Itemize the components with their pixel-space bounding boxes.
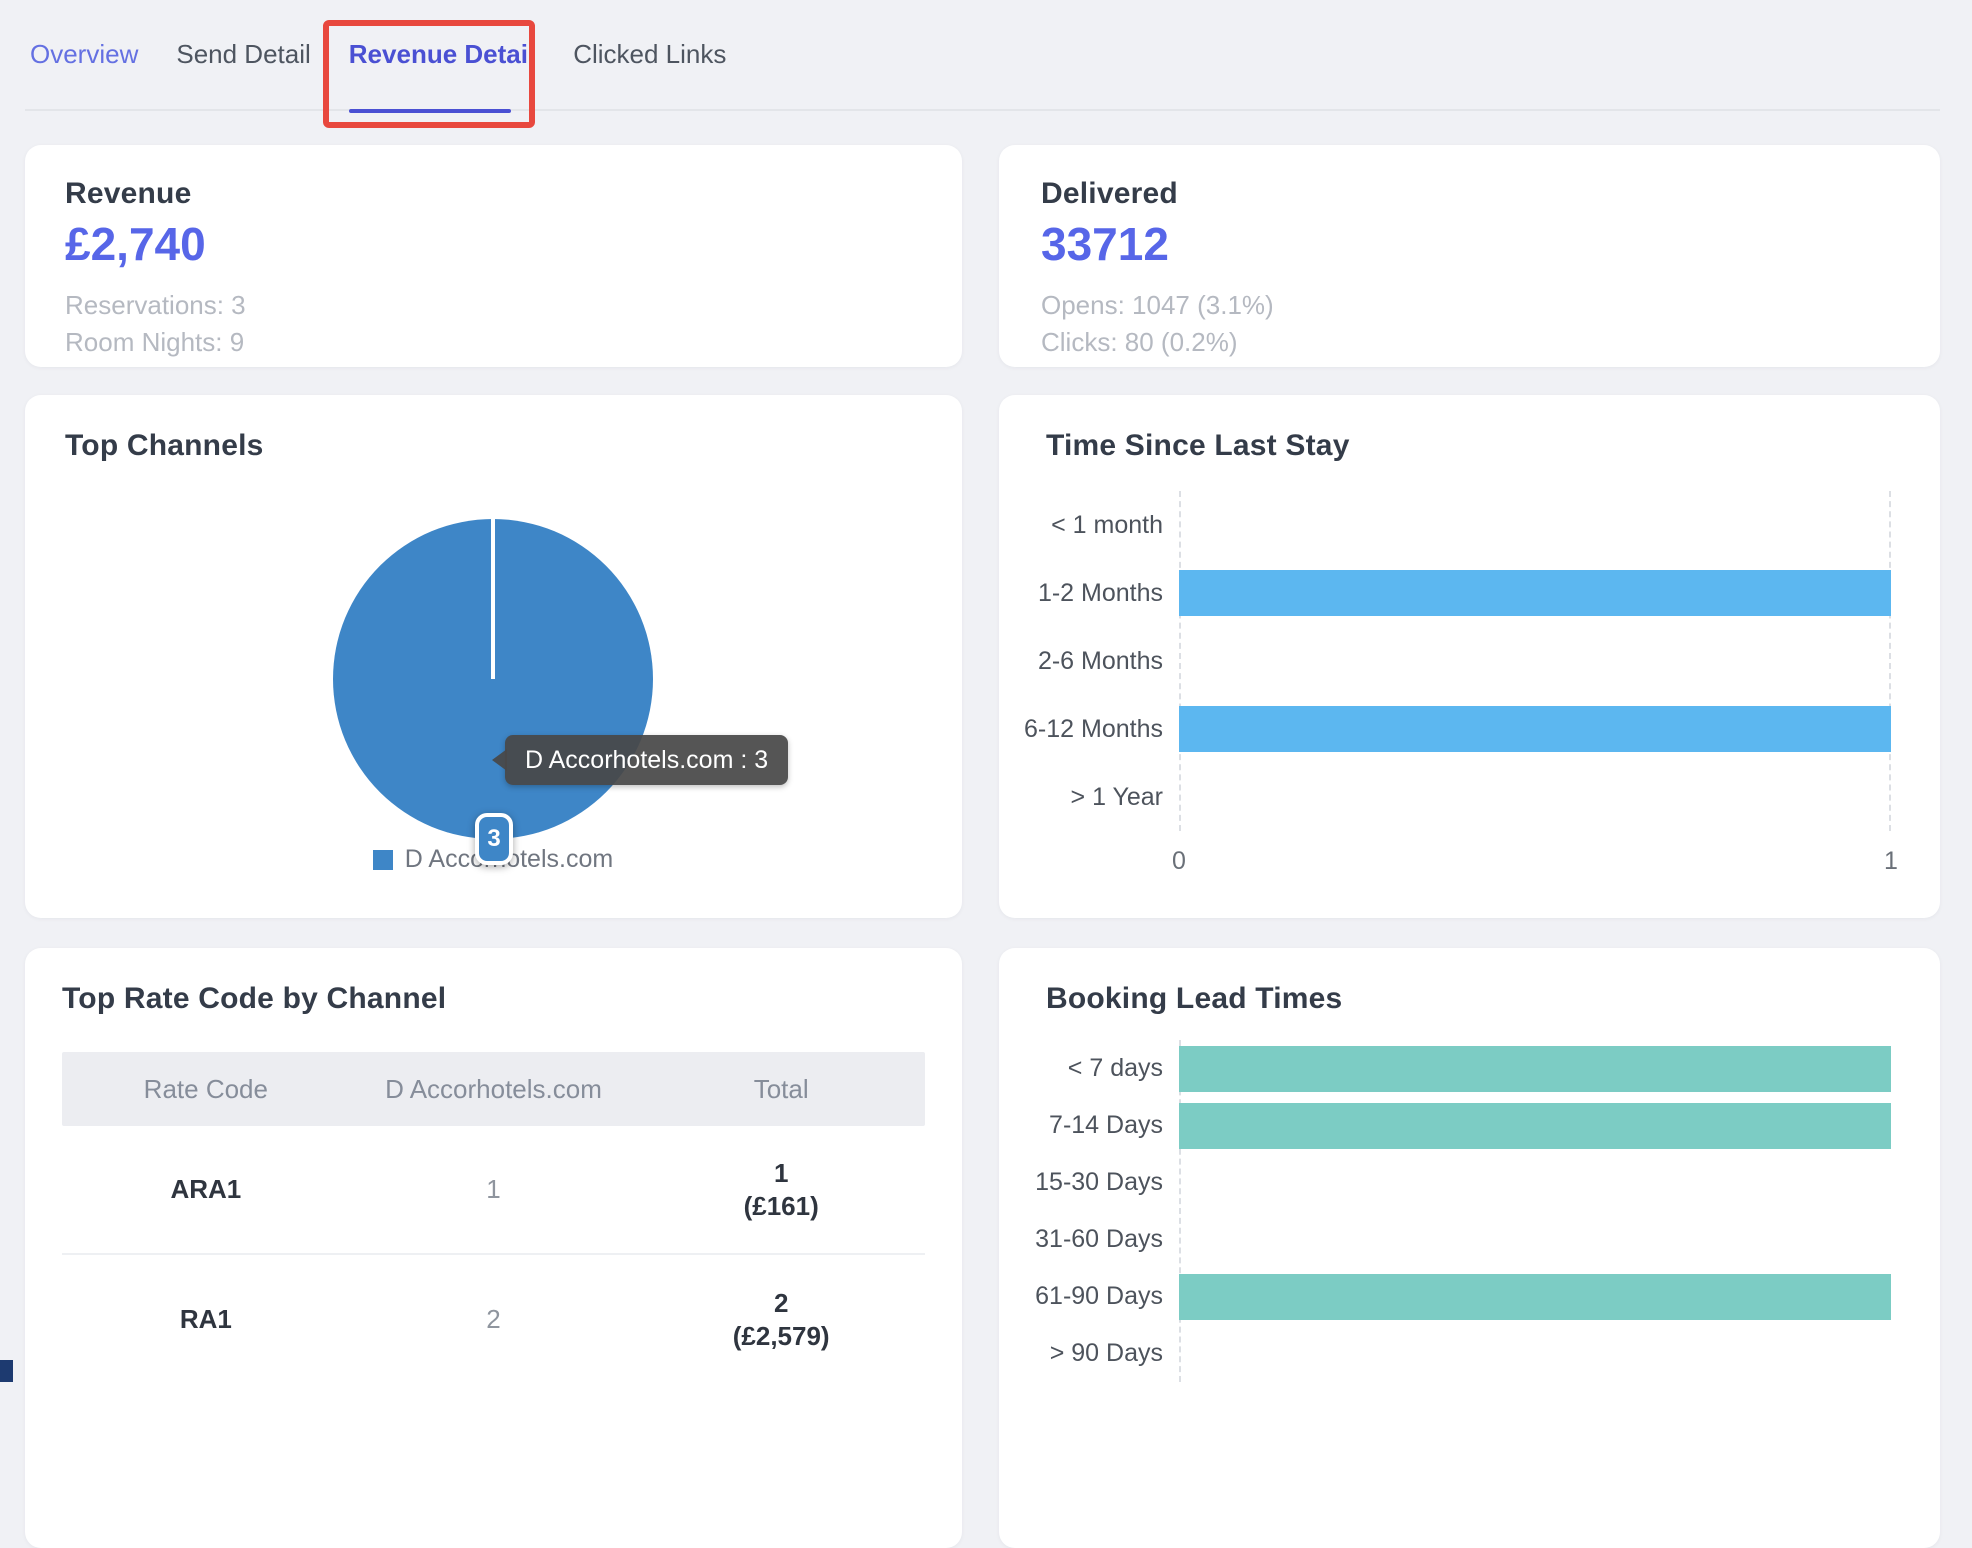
active-tab-underline [349,109,511,113]
bar-row-15-30-days: 15-30 Days [999,1154,1891,1211]
category-label-7-14-days: 7-14 Days [999,1097,1179,1154]
revenue-card: Revenue £2,740 Reservations: 3 Room Nigh… [25,145,962,367]
bar-track-15-30-days [1179,1154,1891,1211]
category-label-90-days: > 90 Days [999,1325,1179,1382]
top-rate-code-title: Top Rate Code by Channel [62,982,925,1016]
total-revenue: (£161) [637,1190,925,1223]
tooltip-arrow-icon [492,749,507,771]
column-header-d-accorhotels-com: D Accorhotels.com [350,1074,638,1105]
bar-row-1-year: > 1 Year [999,763,1891,831]
bar-7-days[interactable] [1179,1046,1891,1092]
column-header-total: Total [637,1074,925,1105]
bar-row-1-month: < 1 month [999,491,1891,559]
bar-track-1-year [1179,763,1891,831]
table-body: ARA111(£161)RA122(£2,579) [62,1126,925,1384]
bar-7-14-days[interactable] [1179,1103,1891,1149]
total-revenue: (£2,579) [637,1320,925,1353]
x-axis-ticks: 0 1 [999,847,1891,887]
total-cell: 2(£2,579) [637,1287,925,1353]
delivered-title: Delivered [1041,177,1898,211]
tab-bar: Overview Send Detail Revenue Detail Clicked… [28,38,728,70]
bar-track-90-days [1179,1325,1891,1382]
bar-track-1-2-months [1179,559,1891,627]
bar-row-61-90-days: 61-90 Days [999,1268,1891,1325]
delivered-card: Delivered 33712 Opens: 1047 (3.1%) Click… [999,145,1940,367]
time-since-last-stay-chart: < 1 month1-2 Months2-6 Months6-12 Months… [999,491,1891,887]
top-rate-code-card: Top Rate Code by Channel Rate CodeD Acco… [25,948,962,1548]
channel-count-cell: 2 [350,1304,638,1335]
reservations-line: Reservations: 3 [65,287,922,324]
bottom-left-accent [0,1360,13,1382]
clicks-line: Clicks: 80 (0.2%) [1041,324,1898,361]
pie-slice-accorhotels[interactable] [333,519,653,839]
bar-row-7-days: < 7 days [999,1040,1891,1097]
table-row-ara1: ARA111(£161) [62,1126,925,1255]
bar-track-6-12-months [1179,695,1891,763]
bar-track-31-60-days [1179,1211,1891,1268]
total-cell: 1(£161) [637,1157,925,1223]
category-label-31-60-days: 31-60 Days [999,1211,1179,1268]
revenue-title: Revenue [65,177,922,211]
bar-track-1-month [1179,491,1891,559]
tab-revenue-detail[interactable]: Revenue Detail [347,38,537,70]
bar-row-31-60-days: 31-60 Days [999,1211,1891,1268]
booking-lead-times-card: Booking Lead Times < 7 days7-14 Days15-3… [999,948,1940,1548]
table-row-ra1: RA122(£2,579) [62,1255,925,1384]
opens-line: Opens: 1047 (3.1%) [1041,287,1898,324]
category-label-1-month: < 1 month [999,491,1179,559]
room-nights-line: Room Nights: 9 [65,324,922,361]
bar-row-7-14-days: 7-14 Days [999,1097,1891,1154]
rate-code-cell: RA1 [62,1304,350,1335]
tabbar-divider [25,109,1940,111]
bar-row-2-6-months: 2-6 Months [999,627,1891,695]
bar-track-7-days [1179,1040,1891,1097]
tab-send-detail[interactable]: Send Detail [174,38,312,70]
bar-61-90-days[interactable] [1179,1274,1891,1320]
bar-track-61-90-days [1179,1268,1891,1325]
bar-row-90-days: > 90 Days [999,1325,1891,1382]
bar-rows: < 7 days7-14 Days15-30 Days31-60 Days61-… [999,1040,1891,1382]
total-count: 1 [637,1157,925,1190]
category-label-6-12-months: 6-12 Months [999,695,1179,763]
bar-row-6-12-months: 6-12 Months [999,695,1891,763]
revenue-value: £2,740 [65,217,922,271]
bar-track-7-14-days [1179,1097,1891,1154]
booking-lead-times-title: Booking Lead Times [1046,982,1342,1016]
pie-slice-divider-line [491,519,495,679]
bar-rows: < 1 month1-2 Months2-6 Months6-12 Months… [999,491,1891,831]
booking-lead-times-chart: < 7 days7-14 Days15-30 Days31-60 Days61-… [999,1040,1891,1382]
rate-code-cell: ARA1 [62,1174,350,1205]
category-label-7-days: < 7 days [999,1040,1179,1097]
delivered-value: 33712 [1041,217,1898,271]
top-channels-title: Top Channels [65,429,264,463]
category-label-1-year: > 1 Year [999,763,1179,831]
column-header-rate-code: Rate Code [62,1074,350,1105]
tab-clicked-links[interactable]: Clicked Links [571,38,728,70]
time-since-last-stay-title: Time Since Last Stay [1046,429,1350,463]
category-label-2-6-months: 2-6 Months [999,627,1179,695]
category-label-15-30-days: 15-30 Days [999,1154,1179,1211]
top-channels-card: Top Channels 3 D Accorhotels.com : 3 D A… [25,395,962,918]
pie-tooltip-text: D Accorhotels.com : 3 [525,746,768,774]
pie-tooltip: D Accorhotels.com : 3 [505,735,788,785]
channel-count-cell: 1 [350,1174,638,1205]
bar-6-12-months[interactable] [1179,706,1891,752]
total-count: 2 [637,1287,925,1320]
revenue-details: Reservations: 3 Room Nights: 9 [65,287,922,361]
table-header-row: Rate CodeD Accorhotels.comTotal [62,1052,925,1126]
pie-data-label-badge: 3 [475,813,513,865]
x-tick-0: 0 [1172,847,1186,876]
category-label-61-90-days: 61-90 Days [999,1268,1179,1325]
bar-track-2-6-months [1179,627,1891,695]
time-since-last-stay-card: Time Since Last Stay < 1 month1-2 Months… [999,395,1940,918]
x-tick-1: 1 [1884,847,1898,876]
tab-overview[interactable]: Overview [28,38,140,70]
category-label-1-2-months: 1-2 Months [999,559,1179,627]
bar-row-1-2-months: 1-2 Months [999,559,1891,627]
legend-color-swatch [373,850,393,870]
rate-code-table: Rate CodeD Accorhotels.comTotal ARA111(£… [62,1052,925,1384]
delivered-details: Opens: 1047 (3.1%) Clicks: 80 (0.2%) [1041,287,1898,361]
bar-1-2-months[interactable] [1179,570,1891,616]
